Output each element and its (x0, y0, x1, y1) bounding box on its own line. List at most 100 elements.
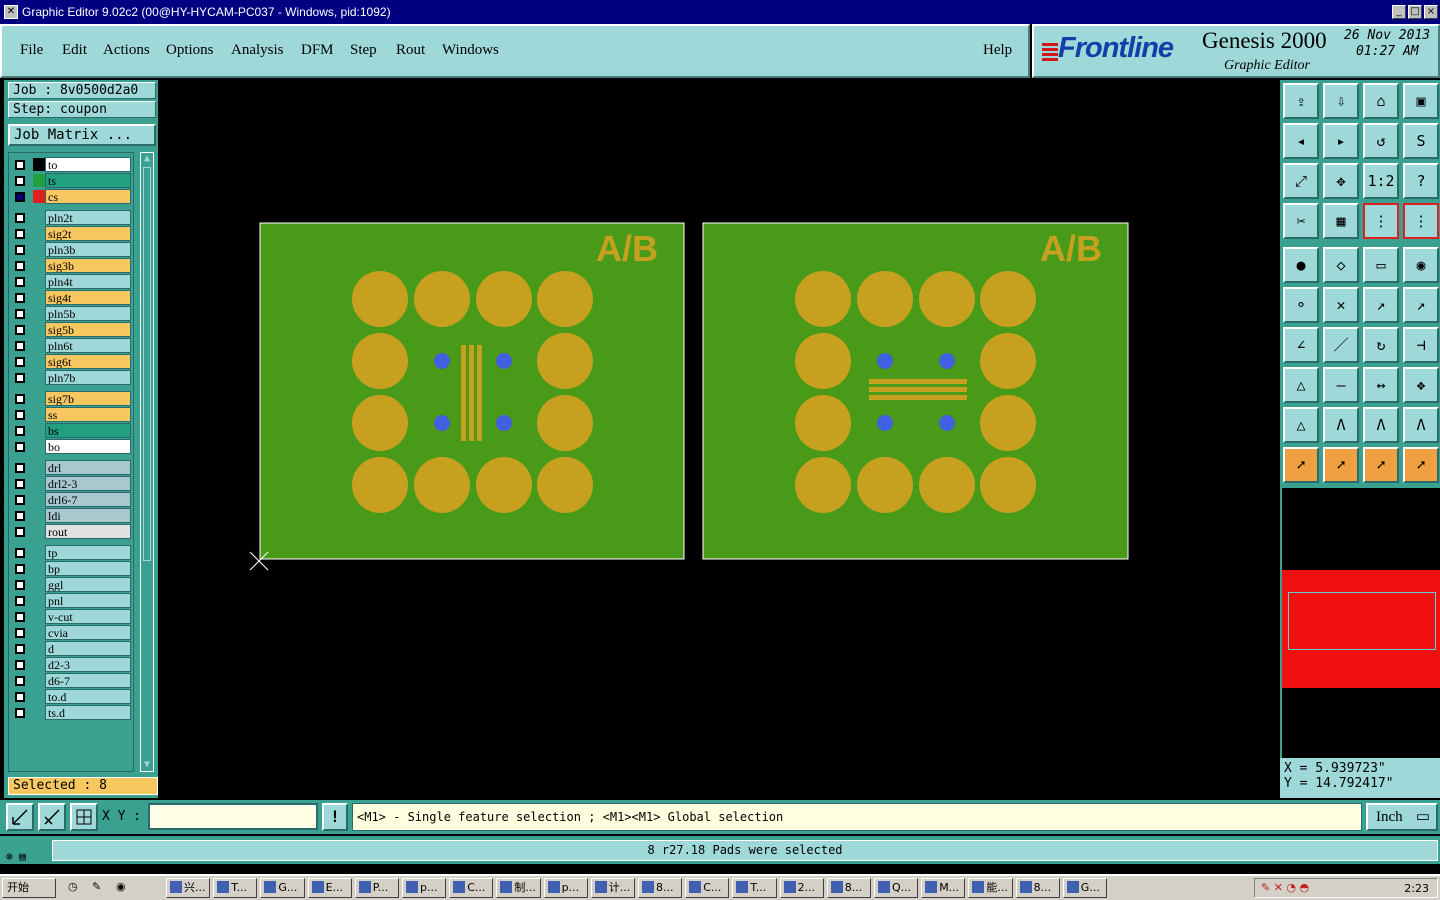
measure-icon[interactable] (6, 803, 34, 831)
menu-file[interactable]: File (20, 42, 43, 59)
taskbar-item[interactable]: p... (402, 878, 447, 898)
overview-window[interactable] (1282, 488, 1440, 788)
grid-icon[interactable] (70, 803, 98, 831)
layer-name[interactable]: drl (45, 460, 131, 475)
layer-row[interactable]: pln5b (9, 306, 135, 321)
layer-row[interactable]: pln6t (9, 338, 135, 353)
layer-name[interactable]: ss (45, 407, 131, 422)
layer-name[interactable]: ts (45, 173, 131, 188)
layer-color-swatch[interactable] (33, 174, 45, 187)
taskbar-item[interactable]: p... (543, 878, 588, 898)
layer-name[interactable]: pln4t (45, 274, 131, 289)
layer-row[interactable]: ldi (9, 508, 135, 523)
layer-checkbox[interactable] (15, 373, 25, 383)
layer-name[interactable]: ggl (45, 577, 131, 592)
taskbar-item[interactable]: M... (921, 878, 966, 898)
layer-row[interactable]: rout (9, 524, 135, 539)
minimize-button[interactable]: _ (1392, 5, 1406, 19)
taskbar-item[interactable]: 8... (1015, 878, 1060, 898)
layer-name[interactable]: d2-3 (45, 657, 131, 672)
help-icon[interactable]: ? (1403, 163, 1439, 199)
layer-checkbox[interactable] (15, 564, 25, 574)
select-group-icon[interactable]: ❖ (1403, 367, 1439, 403)
layer-checkbox[interactable] (15, 309, 25, 319)
layer-row[interactable]: d (9, 641, 135, 656)
layer-row[interactable]: ts (9, 173, 135, 188)
taskbar-item[interactable]: T... (213, 878, 258, 898)
layer-checkbox[interactable] (15, 325, 25, 335)
layer-name[interactable]: sig4t (45, 290, 131, 305)
layer-name[interactable]: sig5b (45, 322, 131, 337)
job-matrix-button[interactable]: Job Matrix ... (8, 124, 156, 146)
layer-name[interactable]: drl2-3 (45, 476, 131, 491)
menu-help[interactable]: Help (983, 42, 1012, 59)
mirror-icon[interactable]: ⊣ (1403, 327, 1439, 363)
pad-icon[interactable]: ● (1283, 247, 1319, 283)
layer-row[interactable]: pln2t (9, 210, 135, 225)
layer-row[interactable]: bp (9, 561, 135, 576)
layer-name[interactable]: pnl (45, 593, 131, 608)
quick-launch-icon[interactable]: ✎ (92, 880, 101, 893)
layer-checkbox[interactable] (15, 676, 25, 686)
layer-name[interactable]: bs (45, 423, 131, 438)
layer-name[interactable]: sig7b (45, 391, 131, 406)
layer-checkbox[interactable] (15, 463, 25, 473)
taskbar-item[interactable]: 制... (496, 878, 541, 898)
left-icon[interactable]: ◂ (1283, 123, 1319, 159)
layer-name[interactable]: sig2t (45, 226, 131, 241)
layer-checkbox[interactable] (15, 426, 25, 436)
layer-checkbox[interactable] (15, 660, 25, 670)
layer-checkbox[interactable] (15, 245, 25, 255)
layer-name[interactable]: sig6t (45, 354, 131, 369)
snap-icon[interactable] (38, 803, 66, 831)
layer-row[interactable]: ts.d (9, 705, 135, 720)
net2-icon[interactable]: ⋮ (1403, 203, 1439, 239)
layer-checkbox[interactable] (15, 293, 25, 303)
ruler-icon[interactable]: ▭ (1363, 247, 1399, 283)
layer-row[interactable]: to.d (9, 689, 135, 704)
pointer-icon[interactable]: ➚ (1283, 447, 1319, 483)
tri-b-icon[interactable]: Λ (1403, 407, 1439, 443)
minus-icon[interactable]: — (1323, 367, 1359, 403)
status-icons[interactable]: ⊗ ▤ (6, 850, 48, 864)
layer-row[interactable]: bs (9, 423, 135, 438)
copy-icon[interactable]: ↗ (1403, 287, 1439, 323)
layer-name[interactable]: cs (45, 189, 131, 204)
link-icon[interactable]: ⚬ (1283, 287, 1319, 323)
taskbar-item[interactable]: 能... (968, 878, 1013, 898)
layer-name[interactable]: cvia (45, 625, 131, 640)
menu-analysis[interactable]: Analysis (231, 42, 284, 59)
layer-row[interactable]: sig5b (9, 322, 135, 337)
taskbar-item[interactable]: G... (260, 878, 305, 898)
menu-step[interactable]: Step (350, 42, 377, 59)
layer-name[interactable]: pln5b (45, 306, 131, 321)
diag-icon[interactable]: ／ (1323, 327, 1359, 363)
taskbar-item[interactable]: 计... (590, 878, 635, 898)
taskbar-item[interactable]: 兴... (166, 878, 211, 898)
overview-viewport[interactable] (1288, 592, 1436, 650)
layer-name[interactable]: bp (45, 561, 131, 576)
layer-name[interactable]: ts.d (45, 705, 131, 720)
maximize-button[interactable]: □ (1408, 5, 1422, 19)
layer-checkbox[interactable] (15, 596, 25, 606)
resize-icon[interactable]: ↔ (1363, 367, 1399, 403)
close-button[interactable]: × (1424, 5, 1438, 19)
scroll-up-icon[interactable]: ▲ (142, 154, 152, 164)
layer-row[interactable]: pln4t (9, 274, 135, 289)
taskbar-item[interactable]: T... (732, 878, 777, 898)
menu-edit[interactable]: Edit (62, 42, 87, 59)
layer-checkbox[interactable] (15, 548, 25, 558)
home-icon[interactable]: ⌂ (1363, 83, 1399, 119)
menu-actions[interactable]: Actions (103, 42, 150, 59)
graphic-canvas[interactable]: A/B A/B (160, 80, 1280, 798)
layer-row[interactable]: bo (9, 439, 135, 454)
menu-options[interactable]: Options (166, 42, 214, 59)
menu-windows[interactable]: Windows (442, 42, 499, 59)
layer-row[interactable]: pln7b (9, 370, 135, 385)
taskbar-item[interactable]: 8... (826, 878, 871, 898)
zoom-icon[interactable]: ✥ (1323, 163, 1359, 199)
layer-checkbox[interactable] (15, 442, 25, 452)
taskbar-item[interactable]: C... (449, 878, 494, 898)
layer-row[interactable]: d6-7 (9, 673, 135, 688)
grid-view-icon[interactable]: ▦ (1323, 203, 1359, 239)
